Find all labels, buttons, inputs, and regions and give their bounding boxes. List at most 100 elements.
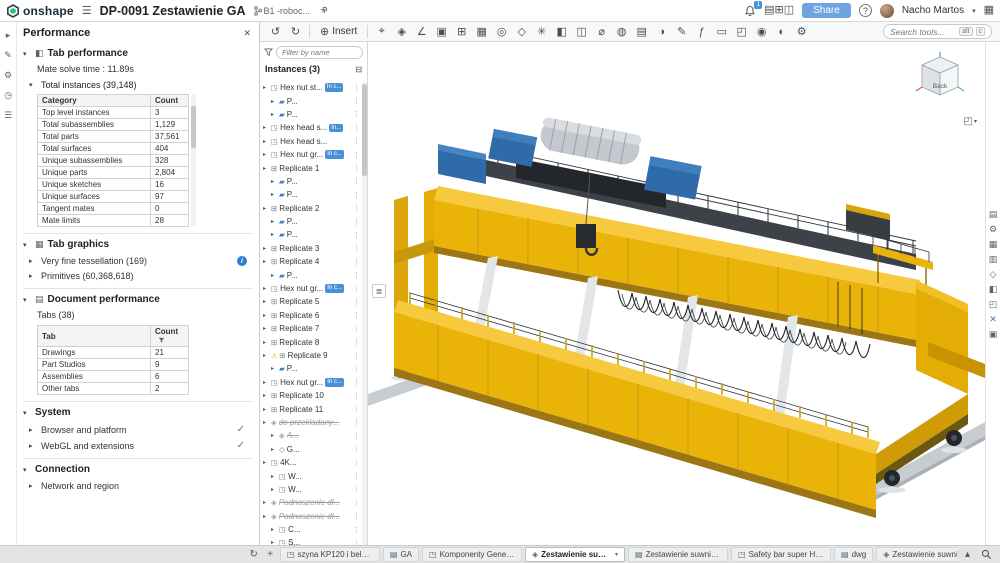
- expand-caret-icon[interactable]: ▸: [263, 499, 269, 506]
- cable-drum[interactable]: [538, 117, 642, 167]
- branch-indicator[interactable]: B1 -roboc...: [254, 6, 311, 16]
- expand-caret-icon[interactable]: ▸: [263, 165, 269, 172]
- group-icon[interactable]: ◈: [392, 23, 411, 41]
- table-row[interactable]: Top level instances 3: [38, 107, 189, 119]
- context-menu-icon[interactable]: ⋮: [353, 499, 360, 507]
- expand-caret-icon[interactable]: ▸: [263, 124, 269, 131]
- tree-item[interactable]: ▸ ▰ P... ⋮: [260, 175, 362, 188]
- scroll-tabs-icon[interactable]: ▴: [960, 550, 975, 560]
- tree-item[interactable]: ▸ ◳ Hex nut gr... In c... ⋮: [260, 282, 362, 295]
- context-menu-icon[interactable]: ⋮: [353, 124, 360, 132]
- expand-caret-icon[interactable]: ▸: [263, 312, 269, 319]
- context-menu-icon[interactable]: ⋮: [353, 177, 360, 185]
- column-header[interactable]: Count: [151, 95, 189, 107]
- table-row[interactable]: Unique surfaces 97: [38, 191, 189, 203]
- circular-pattern-icon[interactable]: ◎: [492, 23, 511, 41]
- info-icon[interactable]: i: [237, 256, 247, 266]
- table-row[interactable]: Mate limits 28: [38, 215, 189, 227]
- bridge-drive-right[interactable]: [846, 204, 890, 240]
- expand-caret-icon[interactable]: ▸: [271, 365, 277, 372]
- share-link-icon[interactable]: [318, 5, 329, 16]
- in-context-badge[interactable]: In c...: [325, 284, 344, 293]
- redo-icon[interactable]: ↻: [286, 23, 305, 41]
- tab-menu-caret-icon[interactable]: ▾: [615, 551, 618, 558]
- linear-pattern-icon[interactable]: ▦: [472, 23, 491, 41]
- snapshot-icon[interactable]: ▣: [432, 23, 451, 41]
- expand-caret-icon[interactable]: ▸: [271, 473, 277, 480]
- close-icon[interactable]: ✕: [243, 28, 251, 39]
- context-menu-icon[interactable]: ⋮: [353, 472, 360, 480]
- hook-block[interactable]: [576, 224, 596, 248]
- tree-item[interactable]: ▸ ◳ Hex head s... In... ⋮: [260, 121, 362, 134]
- context-menu-icon[interactable]: ⋮: [353, 110, 360, 118]
- tree-item[interactable]: ▸ ⊞ Replicate 4 ⋮: [260, 255, 362, 268]
- context-menu-icon[interactable]: ⋮: [353, 298, 360, 306]
- tree-item[interactable]: ▸ ⊞ Replicate 1 ⋮: [260, 161, 362, 174]
- expand-caret-icon[interactable]: ▸: [271, 98, 277, 105]
- tree-item[interactable]: ▸ ⊞ Replicate 10 ⋮: [260, 389, 362, 402]
- spotlight-icon[interactable]: ◉: [752, 23, 771, 41]
- notification-bell-icon[interactable]: 1: [744, 5, 756, 17]
- context-menu-icon[interactable]: ⋮: [353, 405, 360, 413]
- expand-caret-icon[interactable]: ▸: [263, 245, 269, 252]
- context-menu-icon[interactable]: ⋮: [353, 271, 360, 279]
- context-menu-icon[interactable]: ⋮: [353, 445, 360, 453]
- document-tab[interactable]: ◳ Komponenty Genesis: [422, 547, 522, 562]
- mate-icon[interactable]: ⌖: [372, 23, 391, 41]
- main-3d-viewport[interactable]: Back ◰▾ ≣: [368, 42, 985, 545]
- tree-item[interactable]: ▸ ▰ P... ⋮: [260, 108, 362, 121]
- sheet-metal-icon[interactable]: ◰: [732, 23, 751, 41]
- custom-tables-panel-icon[interactable]: ▦: [989, 240, 998, 249]
- sketch-icon[interactable]: ✎: [672, 23, 691, 41]
- search-tabs-icon[interactable]: [981, 549, 992, 560]
- context-menu-icon[interactable]: ⋮: [353, 512, 360, 520]
- expand-caret-icon[interactable]: ▸: [263, 285, 269, 292]
- context-menu-icon[interactable]: ⋮: [353, 392, 360, 400]
- document-tab[interactable]: ◳ szyna KP120 i belka ...: [280, 547, 380, 562]
- tree-item[interactable]: ▸ ◳ Hex nut st... In c... ⋮: [260, 81, 362, 94]
- tree-item[interactable]: ▸ ◳ Hex nut gr... In c... ⋮: [260, 148, 362, 161]
- expand-caret-icon[interactable]: ▸: [263, 379, 269, 386]
- onshape-logo[interactable]: onshape: [6, 4, 74, 18]
- table-row[interactable]: Total surfaces 404: [38, 143, 189, 155]
- tree-item[interactable]: ▸ ⚠ ⊞ Replicate 9 ⋮: [260, 349, 362, 362]
- connection-item[interactable]: ▸ Network and region: [23, 479, 253, 494]
- context-menu-icon[interactable]: ⋮: [353, 191, 360, 199]
- expand-caret-icon[interactable]: ▸: [263, 258, 269, 265]
- column-header[interactable]: Tab: [38, 326, 151, 347]
- graphics-item[interactable]: ▸ Very fine tessellation (169) i: [23, 254, 253, 269]
- tree-item[interactable]: ▸ ◈ Podnoszenie dł... ⋮: [260, 496, 362, 509]
- add-tab-button[interactable]: +: [263, 550, 276, 560]
- measure-icon[interactable]: ⌀: [592, 23, 611, 41]
- context-menu-icon[interactable]: ⋮: [353, 218, 360, 226]
- expand-caret-icon[interactable]: ▸: [271, 446, 277, 453]
- tree-item[interactable]: ▸ ◳ W... ⋮: [260, 483, 362, 496]
- context-menu-icon[interactable]: ⋮: [353, 338, 360, 346]
- section-document-performance[interactable]: ▾ ▤ Document performance: [23, 288, 253, 309]
- named-views-panel-icon[interactable]: ◇: [990, 270, 997, 279]
- context-menu-icon[interactable]: ⋮: [353, 459, 360, 467]
- view-options-icon[interactable]: ◰▾: [964, 116, 977, 127]
- context-menu-icon[interactable]: ⋮: [353, 258, 360, 266]
- tree-item[interactable]: ▸ ⊞ Replicate 11 ⋮: [260, 402, 362, 415]
- tree-item[interactable]: ▸ ⊞ Replicate 8 ⋮: [260, 335, 362, 348]
- expand-caret-icon[interactable]: ▸: [271, 526, 277, 533]
- scrollbar[interactable]: [191, 94, 196, 227]
- help-icon[interactable]: ?: [859, 4, 872, 17]
- document-tab[interactable]: ▤ Zestawienie suwnicy Dr...: [628, 547, 728, 562]
- expand-caret-icon[interactable]: ▸: [271, 218, 277, 225]
- table-row[interactable]: Unique subassemblies 328: [38, 155, 189, 167]
- section-view-icon[interactable]: ◫: [572, 23, 591, 41]
- context-menu-icon[interactable]: ⋮: [353, 352, 360, 360]
- expand-caret-icon[interactable]: ▸: [271, 178, 277, 185]
- expand-caret-icon[interactable]: ▸: [263, 392, 269, 399]
- expand-caret-icon[interactable]: ▸: [271, 231, 277, 238]
- filter-icon[interactable]: [264, 48, 273, 57]
- sheet-metal-panel-icon[interactable]: ◰: [989, 300, 998, 309]
- total-instances-toggle[interactable]: ▾ Total instances (39,148): [23, 79, 253, 94]
- tree-item[interactable]: ▸ ◳ Hex head s... ⋮: [260, 135, 362, 148]
- tree-item[interactable]: ▸ ⊞ Replicate 3 ⋮: [260, 242, 362, 255]
- tree-item[interactable]: ▸ ◳ S... ⋮: [260, 536, 362, 545]
- crane-3d-model[interactable]: [368, 42, 985, 545]
- tree-item[interactable]: ▸ ⊞ Replicate 2 ⋮: [260, 202, 362, 215]
